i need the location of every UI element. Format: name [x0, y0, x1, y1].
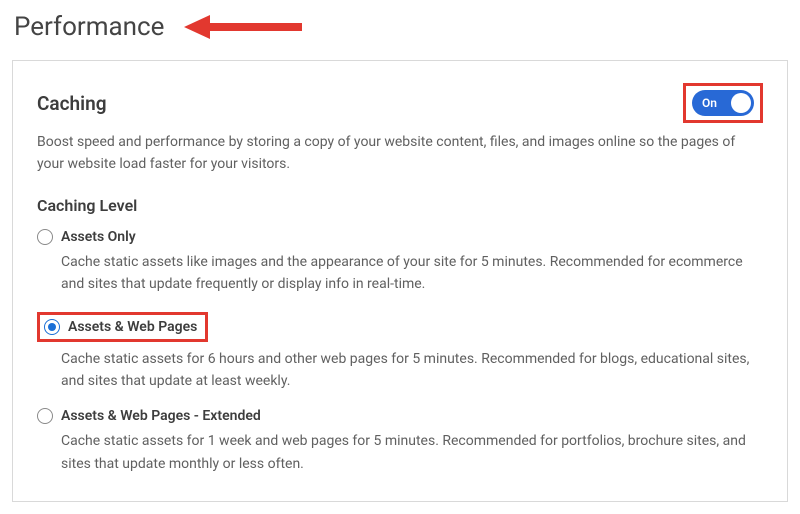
option-assets-only: Assets Only Cache static assets like ima…	[37, 229, 763, 296]
option-desc: Cache static assets for 1 week and web p…	[37, 430, 763, 475]
option-assets-web-pages-extended: Assets & Web Pages - Extended Cache stat…	[37, 408, 763, 475]
caching-toggle[interactable]: On	[692, 90, 754, 116]
annotation-highlight-toggle: On	[683, 83, 763, 123]
toggle-knob-icon	[731, 93, 751, 113]
caching-description: Boost speed and performance by storing a…	[37, 131, 763, 176]
annotation-arrow-icon	[184, 15, 304, 39]
radio-assets-only[interactable]	[37, 229, 53, 245]
toggle-label: On	[702, 96, 717, 110]
option-desc: Cache static assets for 6 hours and othe…	[37, 348, 763, 393]
caching-panel: Caching On Boost speed and performance b…	[12, 60, 788, 502]
radio-assets-web-pages-extended[interactable]	[37, 408, 53, 424]
option-assets-web-pages: Assets & Web Pages Cache static assets f…	[37, 312, 763, 393]
caching-title: Caching	[37, 92, 107, 115]
option-label: Assets Only	[61, 229, 136, 245]
option-label: Assets & Web Pages	[68, 319, 197, 335]
caching-level-title: Caching Level	[37, 196, 763, 215]
option-desc: Cache static assets like images and the …	[37, 251, 763, 296]
option-label: Assets & Web Pages - Extended	[61, 408, 261, 424]
annotation-highlight-selected: Assets & Web Pages	[37, 312, 208, 342]
radio-assets-web-pages[interactable]	[44, 319, 60, 335]
page-title: Performance	[14, 12, 164, 42]
